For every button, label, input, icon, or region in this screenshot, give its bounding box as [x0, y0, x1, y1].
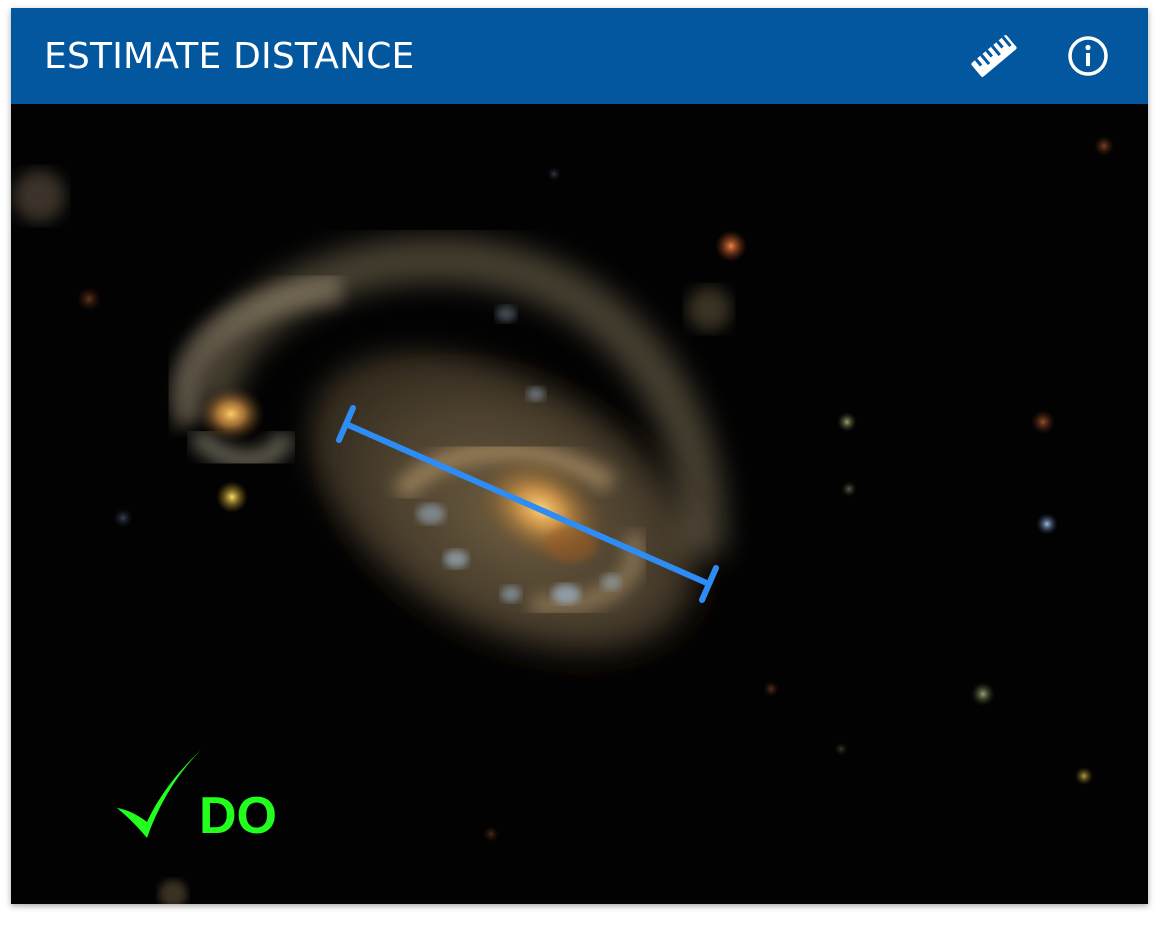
info-icon	[1068, 36, 1108, 76]
estimate-distance-card: ESTIMATE DISTANCE DO	[11, 8, 1148, 904]
info-button[interactable]	[1060, 28, 1116, 84]
ruler-button[interactable]	[966, 28, 1022, 84]
do-example-badge: DO	[113, 748, 277, 845]
page-title: ESTIMATE DISTANCE	[44, 35, 415, 77]
do-label: DO	[199, 787, 277, 845]
ruler-icon	[971, 35, 1017, 77]
checkmark-icon	[117, 750, 201, 838]
app-header: ESTIMATE DISTANCE	[11, 8, 1148, 104]
